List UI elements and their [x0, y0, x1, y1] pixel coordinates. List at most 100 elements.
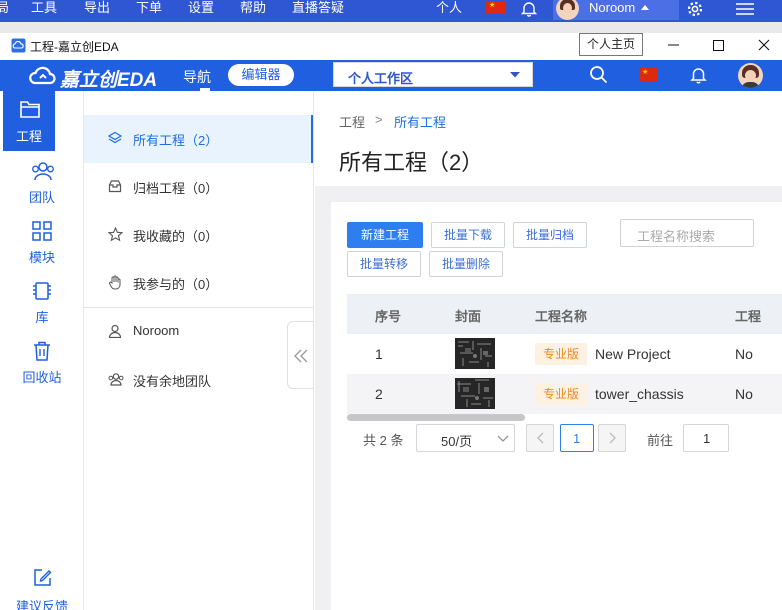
menu-settings[interactable]: 设置 — [188, 0, 214, 16]
rail-label-trash: 回收站 — [22, 370, 62, 385]
app-icon — [11, 38, 26, 53]
menu-tools[interactable]: 工具 — [31, 0, 57, 16]
prev-page-button[interactable] — [526, 424, 554, 452]
user-avatar[interactable] — [738, 63, 763, 88]
notification-bell-icon[interactable] — [689, 65, 708, 84]
goto-page-value: 1 — [703, 431, 711, 446]
rail-item-modules[interactable]: 模块 — [0, 212, 84, 272]
team-item-group[interactable]: 没有余地团队 — [84, 356, 313, 404]
chevron-left-icon — [536, 432, 544, 444]
batch-transfer-button[interactable]: 批量转移 — [347, 251, 421, 277]
chip-icon — [31, 280, 53, 302]
user-icon — [108, 324, 122, 338]
maximize-button[interactable] — [695, 33, 741, 57]
cat-participated[interactable]: 我参与的（0） — [84, 259, 313, 307]
team-item-personal-label: Noroom — [133, 323, 180, 338]
batch-download-button[interactable]: 批量下载 — [431, 222, 505, 248]
language-flag-icon[interactable]: ★ — [639, 68, 658, 81]
page-1-button[interactable]: 1 — [560, 424, 594, 452]
dropdown-caret-icon — [510, 72, 520, 78]
editor-button[interactable]: 编辑器 — [228, 64, 294, 86]
horizontal-scrollbar[interactable] — [347, 414, 525, 421]
china-flag-icon[interactable]: ★ — [486, 1, 505, 14]
new-project-button[interactable]: 新建工程 — [347, 222, 423, 248]
close-button[interactable] — [741, 33, 782, 57]
hand-icon — [108, 275, 122, 290]
row-index: 2 — [375, 386, 383, 402]
hamburger-icon[interactable] — [736, 3, 754, 15]
chevron-down-icon — [497, 435, 509, 443]
menu-export[interactable]: 导出 — [84, 0, 110, 16]
logo-cloud-icon — [28, 66, 58, 86]
cat-all-projects-label: 所有工程（2） — [133, 133, 219, 148]
archive-icon — [108, 179, 122, 193]
project-owner: No — [735, 346, 753, 362]
modules-icon — [31, 220, 53, 242]
minimize-button[interactable] — [651, 33, 697, 57]
cat-all-projects[interactable]: 所有工程（2） — [84, 115, 313, 163]
menu-help[interactable]: 帮助 — [240, 0, 266, 16]
personal-menu[interactable]: 个人 — [436, 0, 462, 16]
page-size-select[interactable]: 50/页 — [416, 424, 515, 452]
page-title: 所有工程（2） — [339, 150, 484, 175]
cat-archived-label: 归档工程（0） — [133, 181, 219, 196]
nav-link[interactable]: 导航 — [183, 67, 211, 87]
edit-icon — [33, 568, 52, 587]
cat-participated-label: 我参与的（0） — [133, 277, 219, 292]
next-page-button[interactable] — [598, 424, 626, 452]
page-size-value: 50/页 — [441, 434, 473, 449]
rail-item-library[interactable]: 库 — [0, 272, 84, 332]
edition-tag: 专业版 — [535, 343, 587, 365]
user-menu[interactable]: Noroom — [553, 0, 679, 20]
layers-icon — [108, 131, 122, 145]
rail-item-trash[interactable]: 回收站 — [0, 332, 84, 392]
cat-favorites[interactable]: 我收藏的（0） — [84, 211, 313, 259]
project-thumbnail[interactable] — [455, 378, 495, 409]
app-logo: 嘉立创EDA — [60, 70, 158, 91]
rail-item-projects[interactable]: 工程 — [3, 91, 55, 151]
username: Noroom — [589, 0, 636, 15]
app-menubar: 局 工具 导出 下单 设置 帮助 直播答疑 个人 ★ Noroom — [0, 0, 782, 22]
search-icon[interactable] — [589, 65, 608, 84]
current-page: 1 — [573, 431, 581, 446]
goto-label: 前往 — [647, 433, 674, 448]
breadcrumb-separator: > — [375, 112, 383, 127]
batch-delete-button[interactable]: 批量删除 — [429, 251, 503, 277]
project-thumbnail[interactable] — [455, 338, 495, 369]
project-name[interactable]: New Project — [595, 346, 670, 362]
bell-icon[interactable] — [520, 0, 538, 17]
rail-item-team[interactable]: 团队 — [0, 152, 84, 212]
feedback-button[interactable]: 建议反馈 — [0, 562, 84, 610]
chevron-right-icon — [609, 432, 617, 444]
gear-icon[interactable] — [686, 0, 704, 18]
team-icon — [108, 372, 124, 386]
breadcrumb-current: 所有工程 — [394, 115, 447, 130]
goto-page-input[interactable]: 1 — [683, 424, 729, 452]
workspace-select[interactable]: 个人工作区 — [333, 62, 533, 87]
rail-label-team: 团队 — [28, 190, 55, 205]
star-icon — [108, 227, 123, 242]
active-indicator — [311, 115, 313, 163]
batch-archive-button[interactable]: 批量归档 — [513, 222, 587, 248]
col-index: 序号 — [375, 309, 402, 324]
col-owner: 工程 — [735, 309, 762, 324]
row-index: 1 — [375, 346, 383, 362]
project-search-input[interactable]: 工程名称搜索 — [620, 219, 754, 247]
workspace-label: 个人工作区 — [348, 71, 414, 86]
team-item-personal[interactable]: Noroom — [84, 308, 313, 356]
breadcrumb-root[interactable]: 工程 — [339, 112, 365, 131]
menu-live-qa[interactable]: 直播答疑 — [292, 0, 344, 16]
trash-icon — [31, 340, 53, 362]
collapse-panel-button[interactable] — [287, 321, 314, 389]
cat-archived[interactable]: 归档工程（0） — [84, 163, 313, 211]
caret-up-icon — [640, 3, 650, 11]
folder-icon — [19, 99, 41, 119]
menu-item-0[interactable]: 局 — [0, 0, 9, 16]
project-name[interactable]: tower_chassis — [595, 386, 684, 402]
rail-label-modules: 模块 — [28, 250, 55, 265]
tooltip: 个人主页 — [579, 33, 643, 56]
col-cover: 封面 — [455, 309, 482, 324]
rail-label-library: 库 — [35, 310, 49, 325]
menu-order[interactable]: 下单 — [136, 0, 162, 16]
project-owner: No — [735, 386, 753, 402]
